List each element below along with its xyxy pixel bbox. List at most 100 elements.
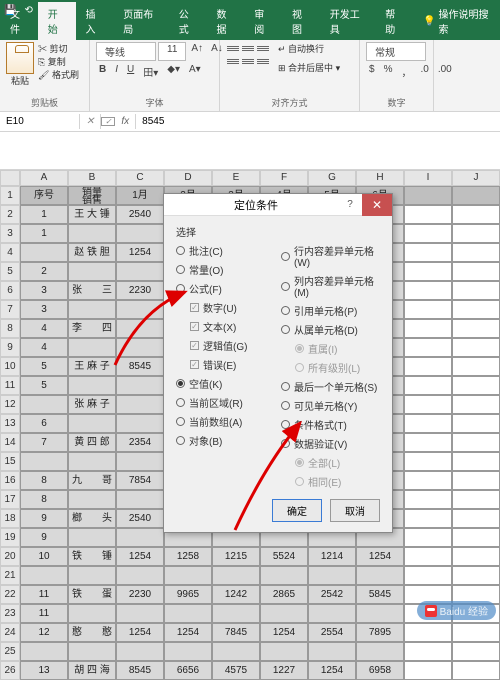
cell-A12[interactable]: [20, 395, 68, 414]
cell-A7[interactable]: 3: [20, 300, 68, 319]
cell-A11[interactable]: 5: [20, 376, 68, 395]
tab-insert[interactable]: 插入: [76, 2, 114, 40]
cell-I20[interactable]: [404, 547, 452, 566]
tab-view[interactable]: 视图: [282, 2, 320, 40]
cell-B20[interactable]: 铁 锤: [68, 547, 116, 566]
option-1[interactable]: 列内容差异单元格(M): [281, 273, 380, 299]
cell-A25[interactable]: [20, 642, 68, 661]
row-head-26[interactable]: 26: [0, 661, 20, 680]
cell-C19[interactable]: [116, 528, 164, 547]
cell-D25[interactable]: [164, 642, 212, 661]
cell-B6[interactable]: 张 三: [68, 281, 116, 300]
cell-E24[interactable]: 7845: [212, 623, 260, 642]
cell-J10[interactable]: [452, 357, 500, 376]
cell-E22[interactable]: 1242: [212, 585, 260, 604]
row-head-20[interactable]: 20: [0, 547, 20, 566]
cell-I14[interactable]: [404, 433, 452, 452]
cell-J7[interactable]: [452, 300, 500, 319]
option-0[interactable]: 批注(C): [176, 243, 275, 258]
cell-A8[interactable]: 4: [20, 319, 68, 338]
cell-H22[interactable]: 5845: [356, 585, 404, 604]
cell-D24[interactable]: 1254: [164, 623, 212, 642]
italic-button[interactable]: I: [112, 63, 121, 80]
cell-I18[interactable]: [404, 509, 452, 528]
option-9[interactable]: 数据验证(V): [281, 436, 380, 451]
cell-I25[interactable]: [404, 642, 452, 661]
cell-B9[interactable]: [68, 338, 116, 357]
option-7[interactable]: 空值(K): [176, 376, 275, 391]
row-head-14[interactable]: 14: [0, 433, 20, 452]
cell-C10[interactable]: 8545: [116, 357, 164, 376]
option-6[interactable]: 错误(E): [190, 357, 275, 372]
cell-F20[interactable]: 5524: [260, 547, 308, 566]
tab-pagelayout[interactable]: 页面布局: [113, 2, 169, 40]
cell-G26[interactable]: 1254: [308, 661, 356, 680]
cell-C13[interactable]: [116, 414, 164, 433]
cell-F23[interactable]: [260, 604, 308, 623]
col-head-F[interactable]: F: [260, 170, 308, 186]
tab-review[interactable]: 审阅: [244, 2, 282, 40]
row-head-23[interactable]: 23: [0, 604, 20, 623]
cell-D23[interactable]: [164, 604, 212, 623]
cell-I1[interactable]: [404, 186, 452, 205]
row-head-11[interactable]: 11: [0, 376, 20, 395]
col-head-A[interactable]: A: [20, 170, 68, 186]
cell-A9[interactable]: 4: [20, 338, 68, 357]
row-head-1[interactable]: 1: [0, 186, 20, 205]
cell-C8[interactable]: [116, 319, 164, 338]
select-all-corner[interactable]: [0, 170, 20, 186]
col-head-C[interactable]: C: [116, 170, 164, 186]
cell-C17[interactable]: [116, 490, 164, 509]
cell-E21[interactable]: [212, 566, 260, 585]
cell-J2[interactable]: [452, 205, 500, 224]
cell-H24[interactable]: 7895: [356, 623, 404, 642]
option-3[interactable]: 数字(U): [190, 300, 275, 315]
option-8[interactable]: 条件格式(T): [281, 417, 380, 432]
option-7[interactable]: 可见单元格(Y): [281, 398, 380, 413]
cell-I13[interactable]: [404, 414, 452, 433]
border-button[interactable]: 田▾: [140, 63, 161, 80]
bold-button[interactable]: B: [96, 63, 109, 80]
row-head-2[interactable]: 2: [0, 205, 20, 224]
row-head-9[interactable]: 9: [0, 338, 20, 357]
cell-E26[interactable]: 4575: [212, 661, 260, 680]
row-head-7[interactable]: 7: [0, 300, 20, 319]
cell-B24[interactable]: 憨 憨: [68, 623, 116, 642]
cell-A19[interactable]: 9: [20, 528, 68, 547]
option-3[interactable]: 从属单元格(D): [281, 322, 380, 337]
cell-J16[interactable]: [452, 471, 500, 490]
row-head-13[interactable]: 13: [0, 414, 20, 433]
cell-B3[interactable]: [68, 224, 116, 243]
option-1[interactable]: 常量(O): [176, 262, 275, 277]
comma-button[interactable]: ，: [398, 63, 414, 80]
cell-I2[interactable]: [404, 205, 452, 224]
cell-A1[interactable]: 序号: [20, 186, 68, 205]
cell-C18[interactable]: 2540: [116, 509, 164, 528]
cell-I15[interactable]: [404, 452, 452, 471]
cell-J1[interactable]: [452, 186, 500, 205]
option-9[interactable]: 当前数组(A): [176, 414, 275, 429]
cell-C4[interactable]: 1254: [116, 243, 164, 262]
cell-A2[interactable]: 1: [20, 205, 68, 224]
cell-J9[interactable]: [452, 338, 500, 357]
cell-I12[interactable]: [404, 395, 452, 414]
cell-B4[interactable]: 赵 铁 胆: [68, 243, 116, 262]
cell-J21[interactable]: [452, 566, 500, 585]
cell-A14[interactable]: 7: [20, 433, 68, 452]
cell-C6[interactable]: 2230: [116, 281, 164, 300]
cell-I3[interactable]: [404, 224, 452, 243]
fill-color-button[interactable]: ◆▾: [164, 63, 183, 80]
cell-C11[interactable]: [116, 376, 164, 395]
cell-G24[interactable]: 2554: [308, 623, 356, 642]
cell-I19[interactable]: [404, 528, 452, 547]
ok-button[interactable]: 确定: [272, 499, 322, 522]
font-size-select[interactable]: 11: [158, 42, 186, 61]
cell-B1[interactable]: 销量销售: [68, 186, 116, 205]
cell-C22[interactable]: 2230: [116, 585, 164, 604]
cell-B8[interactable]: 李 四: [68, 319, 116, 338]
cell-B19[interactable]: [68, 528, 116, 547]
cell-B23[interactable]: [68, 604, 116, 623]
option-2[interactable]: 公式(F): [176, 281, 275, 296]
paste-icon[interactable]: [6, 42, 34, 74]
underline-button[interactable]: U: [124, 63, 137, 80]
